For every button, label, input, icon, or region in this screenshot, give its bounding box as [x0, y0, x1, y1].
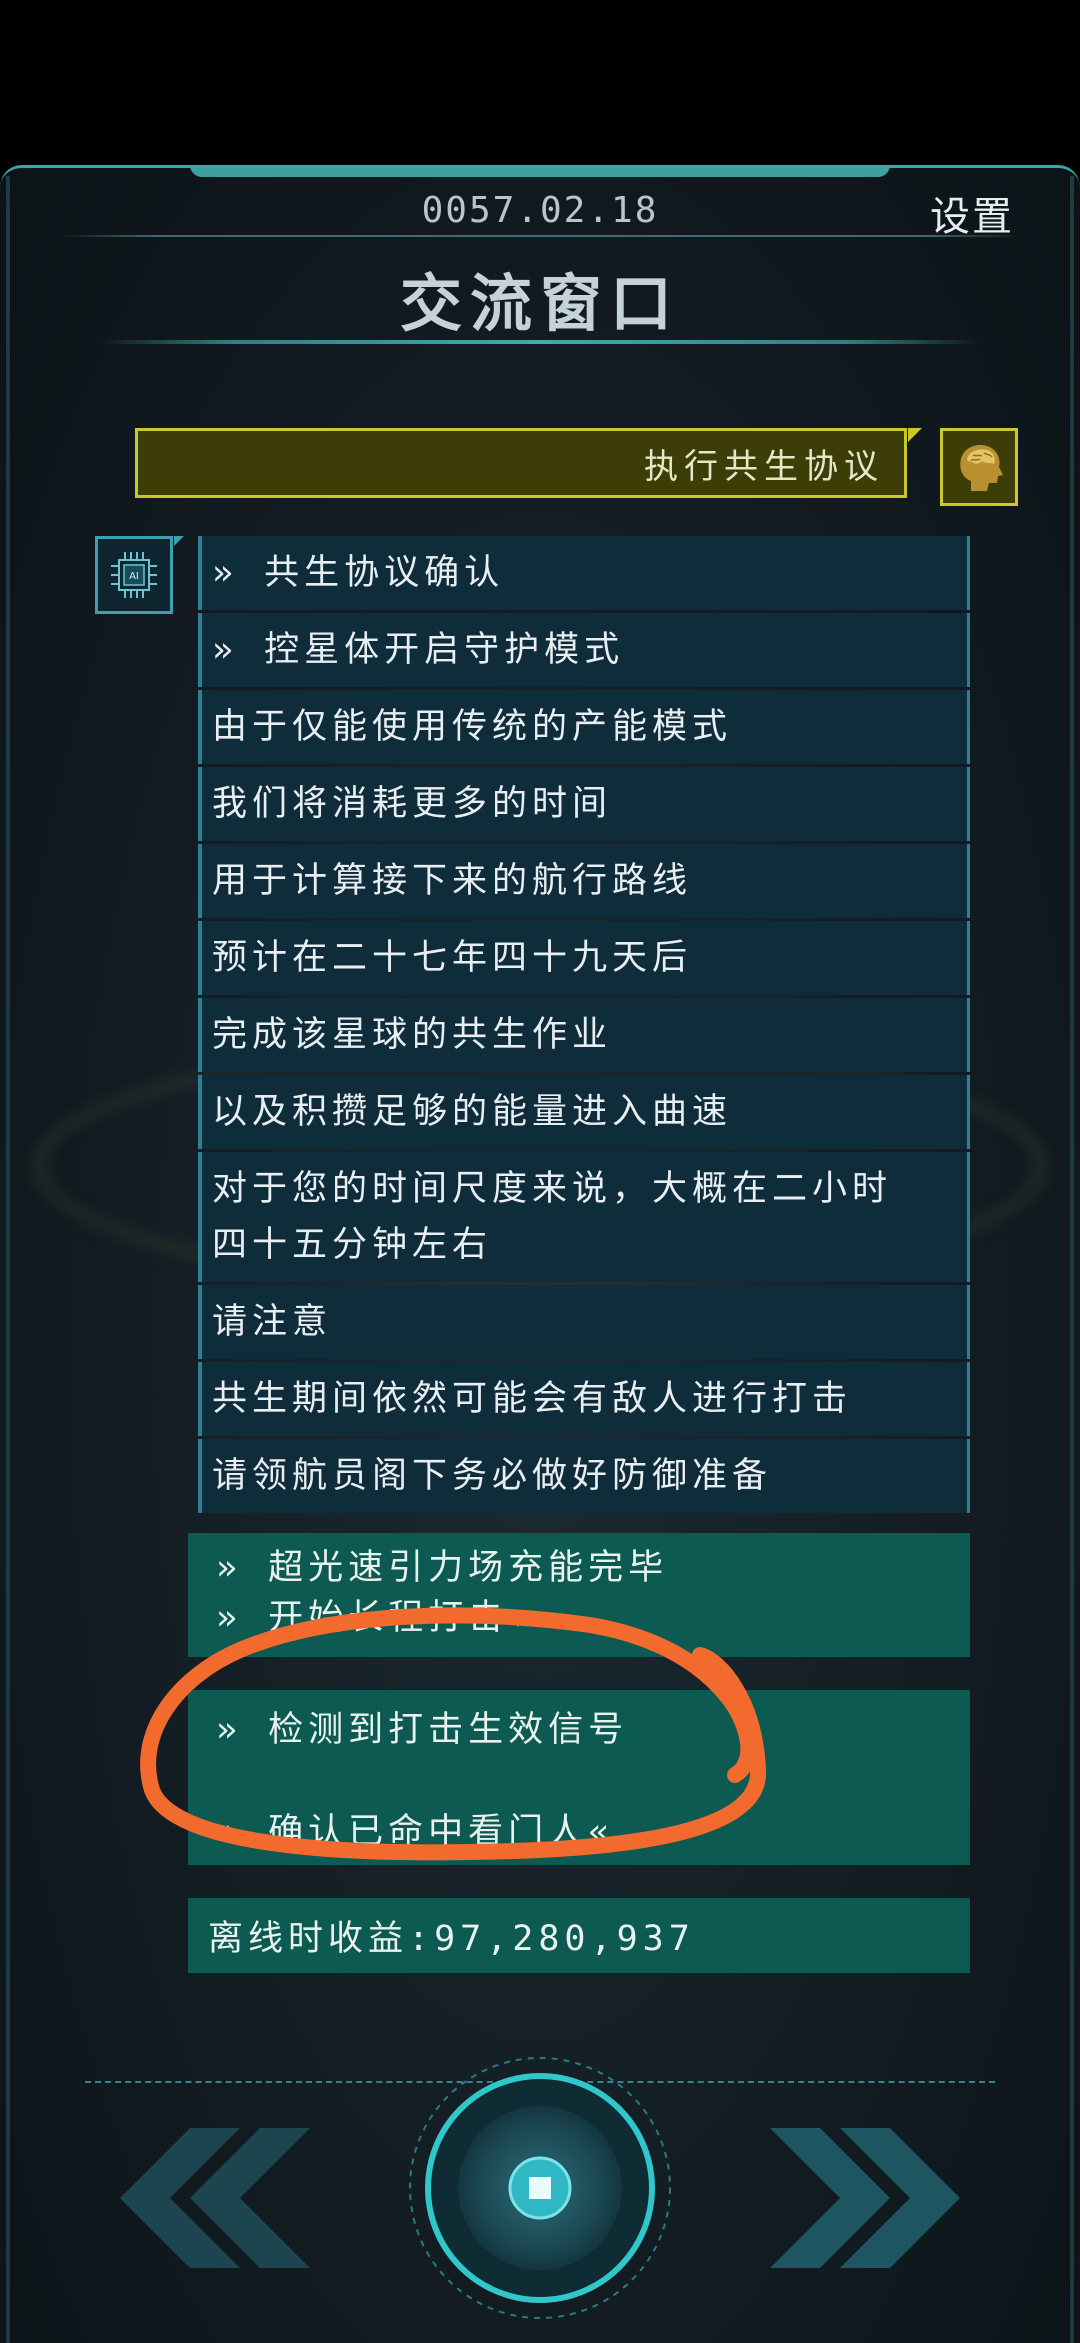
- ai-message: 由于仅能使用传统的产能模式: [198, 690, 970, 764]
- stop-square-icon: [529, 2177, 551, 2199]
- frame-right-edge: [1070, 176, 1074, 2343]
- system-message-line: » 开始长程打击«: [216, 1598, 535, 1638]
- game-screen: 0057.02.18 设置 交流窗口 执行共生协议 AI » 共生协议确认 » …: [0, 165, 1080, 2343]
- page-title: 交流窗口: [399, 267, 680, 340]
- previous-arrow-button[interactable]: [100, 2118, 320, 2278]
- ai-message-multiline: 对于您的时间尺度来说，大概在二小时 四十五分钟左右: [198, 1152, 970, 1282]
- system-message-block: » 超光速引力场充能完毕 » 开始长程打击«: [188, 1533, 970, 1657]
- ai-message: 用于计算接下来的航行路线: [198, 844, 970, 918]
- ai-message: 以及积攒足够的能量进入曲速: [198, 1075, 970, 1149]
- ai-message: 完成该星球的共生作业: [198, 998, 970, 1072]
- offline-income-text: 离线时收益:97,280,937: [208, 1919, 695, 1959]
- center-action-button[interactable]: [405, 2053, 675, 2323]
- system-message-line: » 超光速引力场充能完毕: [216, 1548, 669, 1588]
- ai-message: 请注意: [198, 1285, 970, 1359]
- player-avatar: [940, 428, 1018, 506]
- ai-avatar: AI: [95, 536, 184, 614]
- header-divider: [60, 235, 1020, 237]
- ai-chip-icon: AI: [111, 552, 157, 598]
- frame-left-edge: [6, 176, 10, 2343]
- next-arrow-button[interactable]: [760, 2118, 980, 2278]
- head-brain-icon: [960, 445, 1003, 491]
- double-chevron-left-icon: [120, 2128, 310, 2268]
- title-underline: [100, 340, 980, 344]
- system-message-line: » 检测到打击生效信号: [216, 1710, 629, 1750]
- ai-message: 共生期间依然可能会有敌人进行打击: [198, 1362, 970, 1436]
- system-message-line: » 确认已命中看门人«: [216, 1812, 615, 1852]
- ai-message-line: 对于您的时间尺度来说，大概在二小时: [212, 1169, 893, 1209]
- player-message-bubble: 执行共生协议: [135, 428, 922, 498]
- system-message-block: » 检测到打击生效信号 » 确认已命中看门人«: [188, 1690, 970, 1865]
- offline-income-panel: 离线时收益:97,280,937: [188, 1898, 970, 1973]
- date-display: 0057.02.18: [421, 190, 659, 231]
- ai-message: 预计在二十七年四十九天后: [198, 921, 970, 995]
- settings-button[interactable]: 设置: [930, 184, 1014, 242]
- double-chevron-right-icon: [770, 2128, 960, 2268]
- ai-message: » 控星体开启守护模式: [198, 613, 970, 687]
- ai-message-list: » 共生协议确认 » 控星体开启守护模式 由于仅能使用传统的产能模式 我们将消耗…: [198, 536, 970, 1516]
- ai-chip-label: AI: [129, 571, 139, 582]
- top-rim: [190, 168, 890, 177]
- ai-message: 请领航员阁下务必做好防御准备: [198, 1439, 970, 1513]
- ai-message: » 共生协议确认: [198, 536, 970, 610]
- ai-message: 我们将消耗更多的时间: [198, 767, 970, 841]
- player-message-text: 执行共生协议: [644, 446, 884, 487]
- ai-message-line: 四十五分钟左右: [212, 1225, 493, 1265]
